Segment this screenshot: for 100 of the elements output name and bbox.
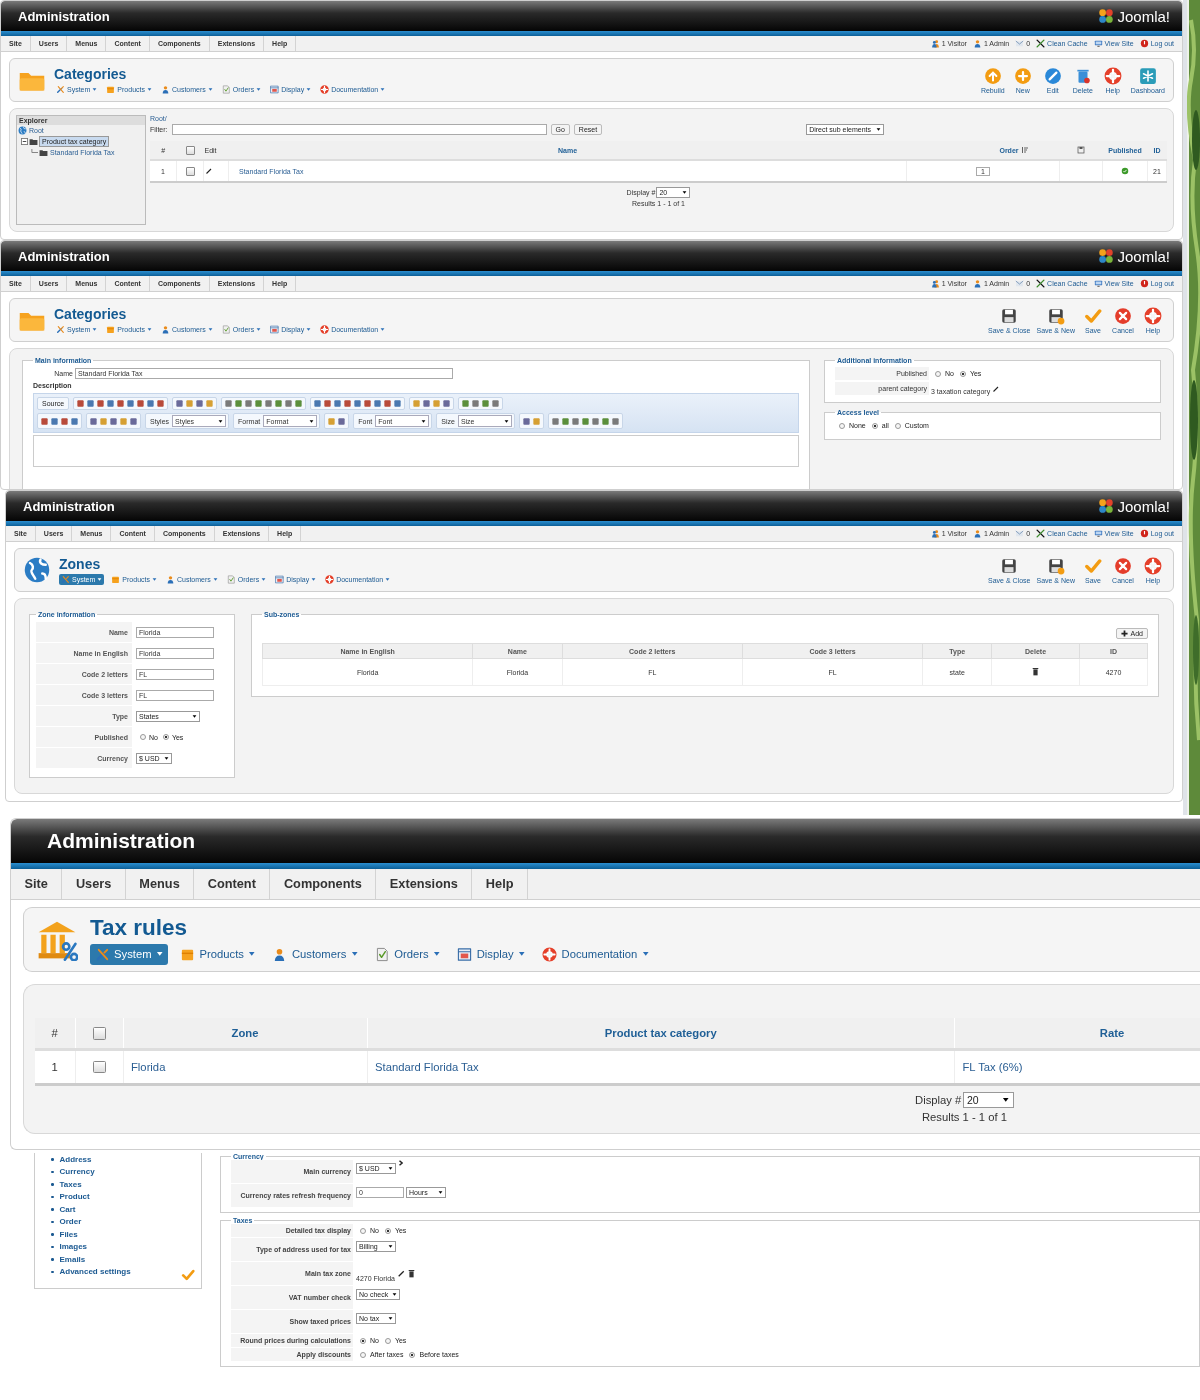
admin-title: Administration [18,8,110,24]
nav-link[interactable]: Taxes [59,1179,82,1189]
radio-button[interactable] [384,1337,391,1344]
trash-icon[interactable] [1032,667,1040,676]
caret-icon [385,576,391,582]
caret-icon [311,576,317,582]
radio-button[interactable] [384,1227,391,1234]
submenu-item[interactable]: Products [175,943,261,965]
chevron-icon[interactable] [398,1160,404,1166]
row-checkbox[interactable] [93,1060,106,1074]
menu-tab[interactable]: Help [472,868,528,899]
radio-button[interactable] [894,422,901,429]
submenu-item[interactable]: Documentation [537,943,654,965]
box-icon [106,84,116,94]
radio-button[interactable] [409,1351,416,1358]
caret-icon [306,86,312,92]
radio-button[interactable] [871,422,878,429]
submenu-item[interactable]: System [90,943,168,965]
document-icon [221,84,231,94]
radio-button[interactable] [935,370,941,377]
caret-icon [876,127,882,132]
pencil-icon[interactable] [205,167,213,176]
x-mark-icon [1036,529,1046,538]
bullet [51,1208,54,1211]
caret-icon [248,950,256,958]
user-icon [972,529,982,538]
caret-icon [146,86,152,92]
menu-tab[interactable]: Extensions [376,868,473,899]
menu-tab[interactable]: Users [62,868,126,899]
zone-link[interactable]: Florida [131,1060,166,1073]
display-dropdown[interactable]: 20 [962,1091,1014,1108]
row-checkbox[interactable] [185,166,195,176]
menu-tab[interactable]: Content [194,868,271,899]
nav-link[interactable]: Files [59,1229,78,1239]
help-icon [1144,306,1162,325]
menu-tab[interactable]: Components [270,868,377,899]
logo-icon [1097,497,1116,515]
collapse-icon[interactable] [21,138,28,145]
nav-link[interactable]: Order [59,1217,82,1227]
nav-link[interactable]: Images [59,1242,88,1252]
caret-icon [350,950,359,958]
window-icon [270,324,280,334]
x-mark-icon [1036,279,1046,288]
caret-icon [641,950,650,958]
pencil-icon[interactable] [396,1269,406,1278]
category-link[interactable]: Standard Florida Tax [375,1060,479,1073]
nav-link[interactable]: Cart [59,1204,76,1214]
select-all-checkbox[interactable] [93,1027,106,1040]
caret-icon [261,576,267,582]
power-icon [1139,39,1149,48]
dashboard-icon [1138,66,1157,85]
menu-tab[interactable]: Site [11,868,63,899]
bullet [51,1183,54,1186]
menu-tab[interactable]: Menus [125,868,195,899]
radio-button[interactable] [162,734,169,740]
caret-icon [156,950,164,958]
submenu-item[interactable]: Orders [370,943,446,965]
nav-link[interactable]: Address [59,1154,92,1164]
pencil-icon[interactable] [992,384,1001,393]
column-header[interactable]: # [51,1027,58,1039]
bullet [51,1270,54,1273]
caret-icon [207,86,213,92]
page-title: Zones [59,555,102,572]
nav-link[interactable]: Currency [59,1167,95,1177]
select-all-checkbox[interactable] [185,145,195,155]
document-icon [221,324,231,334]
caret-icon [1002,1096,1010,1104]
lifebuoy-icon [320,324,330,334]
document-icon [374,946,390,962]
column-header[interactable]: Rate [1099,1027,1125,1039]
caret-icon [433,950,441,958]
trash-icon[interactable] [407,1269,415,1278]
sort-icon[interactable] [1020,146,1029,154]
admin-title: Administration [47,828,196,853]
filter-field[interactable] [171,124,547,135]
submenu-item[interactable]: Display [452,943,531,965]
bullet [51,1258,54,1261]
nav-link[interactable]: Emails [59,1254,86,1264]
column-header[interactable]: Zone [231,1027,259,1039]
published-icon[interactable] [1121,167,1129,176]
radio-button[interactable] [360,1227,366,1234]
rate-link[interactable]: FL Tax (6%) [962,1060,1023,1073]
save-icon[interactable] [1077,146,1085,155]
nav-link[interactable]: Product [59,1192,90,1202]
submenu-item[interactable]: Customers [267,943,363,965]
caret-icon [151,576,157,582]
column-header[interactable]: Product tax category [604,1027,717,1039]
radio-button[interactable] [839,422,845,429]
caret-icon [97,576,103,582]
nav-link[interactable]: Advanced settings [59,1267,131,1277]
caret-icon [146,326,152,332]
bullet [51,1220,54,1223]
radio-button[interactable] [360,1337,366,1344]
row-number: 1 [51,1060,58,1073]
admin-title: Administration [23,498,115,514]
radio-button[interactable] [140,734,146,740]
radio-button[interactable] [360,1351,366,1358]
caret-icon [256,326,262,332]
radio-button[interactable] [959,370,966,377]
lifebuoy-icon [325,574,335,584]
